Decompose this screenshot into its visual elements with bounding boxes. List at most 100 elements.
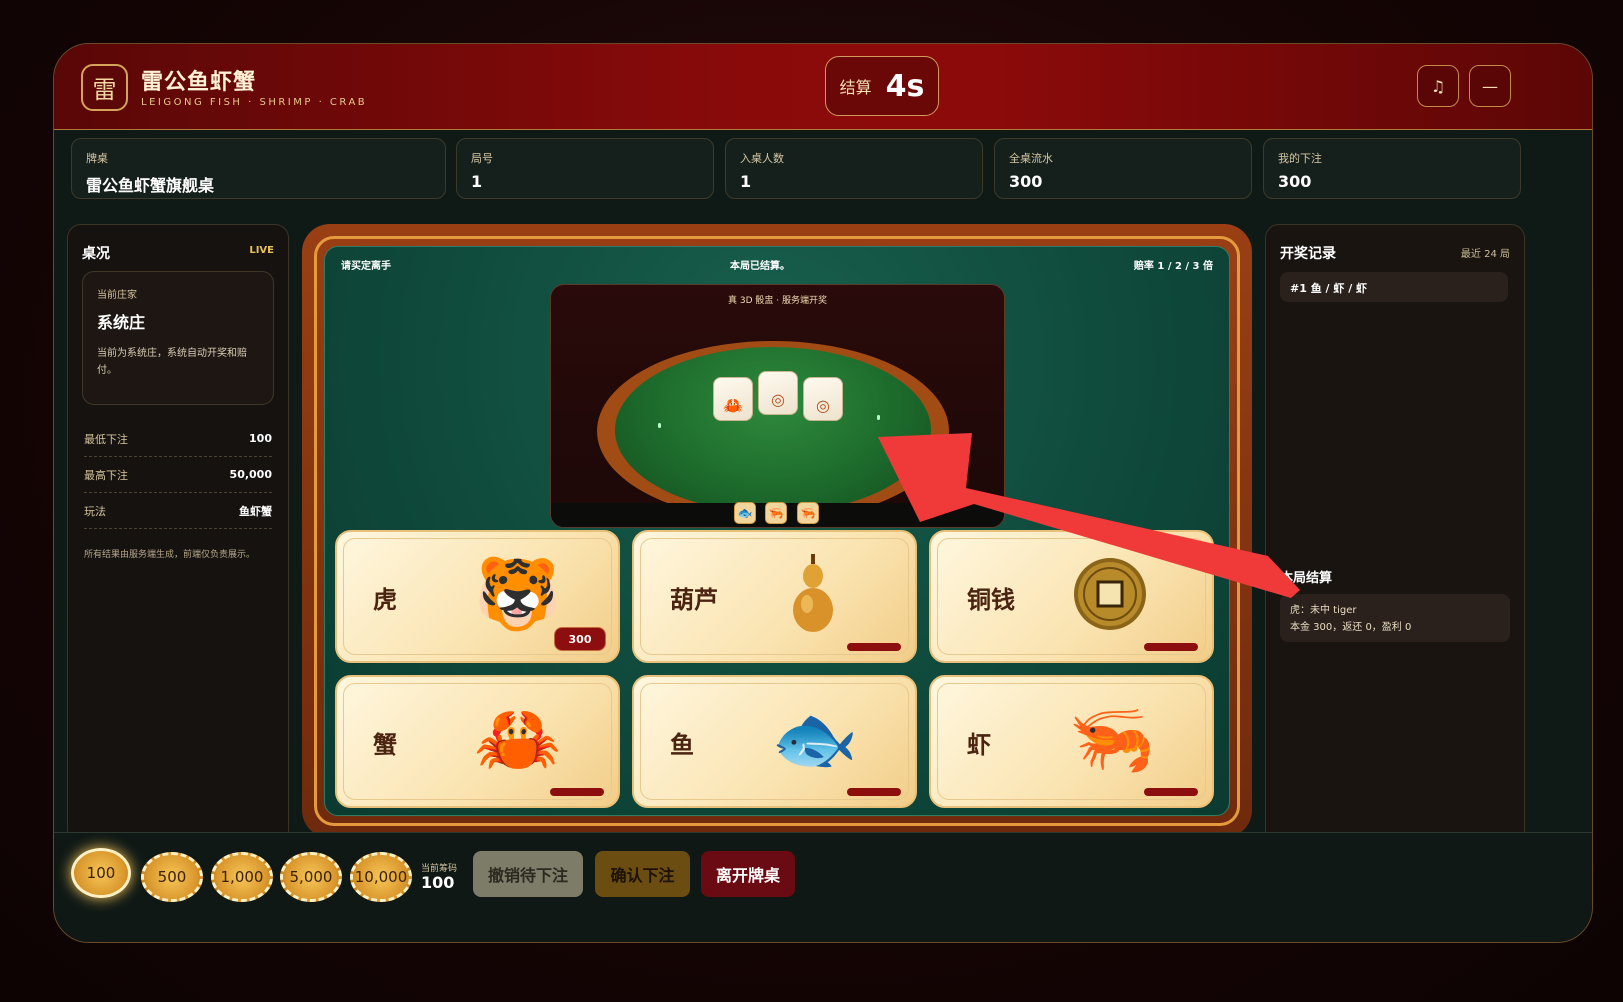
history-range: 最近 24 局 — [1460, 249, 1510, 260]
current-chip-value: 100 — [421, 873, 455, 892]
confirm-bet-button[interactable]: 确认下注 — [595, 851, 690, 897]
bet-card-shrimp[interactable]: 虾 🦐 — [929, 675, 1214, 808]
card-bet-bar — [550, 788, 604, 796]
dealer-name: 系统庄 — [97, 313, 146, 332]
cancel-pending-button[interactable]: 撤销待下注 — [473, 851, 583, 897]
rule-max-bet: 最高下注 50,000 — [84, 457, 272, 493]
bet-card-coin[interactable]: 铜钱 — [929, 530, 1214, 663]
chip-500[interactable]: 500 — [141, 852, 203, 902]
logo: 雷 — [81, 64, 128, 111]
settle-line: 本金 300，返还 0，盈利 0 — [1290, 622, 1412, 633]
stat-table: 牌桌 雷公鱼虾蟹旗舰桌 — [71, 138, 446, 199]
card-name: 鱼 — [670, 731, 694, 759]
card-bet-bar — [1144, 643, 1198, 651]
card-name: 铜钱 — [967, 586, 1015, 614]
chip-100[interactable]: 100 — [71, 848, 131, 898]
timer-label: 结算 — [839, 78, 872, 97]
settle-detail: 虎：未中 tiger 本金 300，返还 0，盈利 0 — [1280, 594, 1510, 642]
timer-value: 4s — [885, 68, 925, 104]
minimize-icon: — — [1482, 76, 1498, 96]
stat-label: 入桌人数 — [740, 152, 784, 165]
dice-bowl-view: 真 3D 骰盅 · 服务端开奖 🦀 ◎ ◎ 🐟 🦐 🦐 — [550, 284, 1005, 528]
minimize-button[interactable]: — — [1469, 65, 1511, 107]
game-window: 雷 雷公鱼虾蟹 LEIGONG FISH · SHRIMP · CRAB 结算 … — [53, 43, 1593, 943]
live-badge: LIVE — [249, 245, 274, 256]
stat-round: 局号 1 — [456, 138, 714, 199]
stat-value: 雷公鱼虾蟹旗舰桌 — [86, 176, 215, 195]
stat-turnover: 全桌流水 300 — [994, 138, 1252, 199]
table-info-panel: 桌况 LIVE 当前庄家 系统庄 当前为系统庄，系统自动开奖和赔付。 最低下注 … — [67, 224, 289, 844]
stat-value: 300 — [1009, 172, 1043, 191]
rule-min-bet: 最低下注 100 — [84, 421, 272, 457]
stat-label: 我的下注 — [1278, 152, 1322, 165]
game-subtitle: LEIGONG FISH · SHRIMP · CRAB — [141, 97, 368, 108]
settle-timer: 结算 4s — [825, 56, 939, 116]
history-item[interactable]: #1 鱼 / 虾 / 虾 — [1280, 272, 1508, 302]
chip-10000[interactable]: 10,000 — [350, 852, 412, 902]
history-panel: 开奖记录 最近 24 局 #1 鱼 / 虾 / 虾 本局结算 虎：未中 tige… — [1265, 224, 1525, 844]
panel-title: 开奖记录 — [1280, 246, 1336, 262]
tiger-icon: 🐯 — [474, 553, 562, 635]
bet-prompt: 请买定离手 — [341, 261, 391, 272]
leave-table-button[interactable]: 离开牌桌 — [701, 851, 795, 897]
game-title: 雷公鱼虾蟹 — [141, 70, 257, 95]
server-note: 所有结果由服务端生成，前端仅负责展示。 — [84, 550, 256, 560]
result-glyph: 🦐 — [768, 506, 784, 520]
dealer-label: 当前庄家 — [97, 290, 137, 301]
die-face: 🦀 — [723, 396, 743, 415]
result-icon-shrimp: 🦐 — [797, 502, 819, 524]
die-2: ◎ — [758, 371, 798, 415]
stat-label: 牌桌 — [86, 152, 108, 165]
bet-card-fish[interactable]: 鱼 🐟 — [632, 675, 917, 808]
rule-value: 50,000 — [229, 468, 272, 481]
rule-mode: 玩法 鱼虾蟹 — [84, 493, 272, 529]
card-name: 葫芦 — [670, 586, 718, 614]
stat-label: 局号 — [471, 152, 493, 165]
spark — [877, 415, 880, 420]
chip-1000[interactable]: 1,000 — [211, 852, 273, 902]
card-name: 蟹 — [373, 731, 397, 759]
settle-title: 本局结算 — [1280, 571, 1333, 586]
card-bet-bar — [847, 788, 901, 796]
crab-icon: 🦀 — [474, 698, 562, 780]
card-name: 虾 — [967, 731, 991, 759]
rule-label: 最低下注 — [84, 432, 128, 446]
stat-value: 1 — [471, 172, 483, 191]
dealer-desc: 当前为系统庄，系统自动开奖和赔付。 — [97, 348, 247, 376]
rule-value: 鱼虾蟹 — [239, 504, 272, 518]
spark — [658, 423, 661, 428]
music-icon: ♫ — [1430, 76, 1446, 96]
game-table: 请买定离手 本局已结算。 赔率 1 / 2 / 3 倍 真 3D 骰盅 · 服务… — [302, 224, 1252, 838]
settle-line: 虎：未中 tiger — [1290, 605, 1357, 616]
fish-icon: 🐟 — [771, 698, 859, 780]
rule-label: 玩法 — [84, 504, 106, 518]
bet-card-gourd[interactable]: 葫芦 — [632, 530, 917, 663]
chip-bar: 100 500 1,000 5,000 10,000 当前筹码 100 撤销待下… — [54, 832, 1592, 942]
result-icon-shrimp: 🦐 — [765, 502, 787, 524]
bet-card-tiger[interactable]: 虎 🐯 300 — [335, 530, 620, 663]
chip-5000[interactable]: 5,000 — [280, 852, 342, 902]
rule-value: 100 — [249, 432, 272, 445]
rule-label: 最高下注 — [84, 468, 128, 482]
bet-card-crab[interactable]: 蟹 🦀 — [335, 675, 620, 808]
die-face: ◎ — [816, 396, 830, 415]
stat-players: 入桌人数 1 — [725, 138, 983, 199]
top-bar: 雷 雷公鱼虾蟹 LEIGONG FISH · SHRIMP · CRAB 结算 … — [54, 44, 1592, 130]
die-3: ◎ — [803, 377, 843, 421]
stat-label: 全桌流水 — [1009, 152, 1053, 165]
stat-my-bet: 我的下注 300 — [1263, 138, 1521, 199]
result-glyph: 🐟 — [737, 506, 753, 520]
round-status: 本局已结算。 — [730, 261, 790, 272]
dice-caption: 真 3D 骰盅 · 服务端开奖 — [728, 296, 827, 306]
card-name: 虎 — [373, 586, 397, 614]
card-bet-bar — [847, 643, 901, 651]
music-button[interactable]: ♫ — [1417, 65, 1459, 107]
odds-label: 赔率 1 / 2 / 3 倍 — [1133, 261, 1213, 272]
card-bet-amount: 300 — [554, 627, 606, 651]
result-icon-fish: 🐟 — [734, 502, 756, 524]
card-bet-bar — [1144, 788, 1198, 796]
shrimp-icon: 🦐 — [1068, 698, 1156, 780]
result-glyph: 🦐 — [800, 506, 816, 520]
dealer-card: 当前庄家 系统庄 当前为系统庄，系统自动开奖和赔付。 — [82, 271, 274, 405]
gourd-icon — [793, 554, 833, 632]
